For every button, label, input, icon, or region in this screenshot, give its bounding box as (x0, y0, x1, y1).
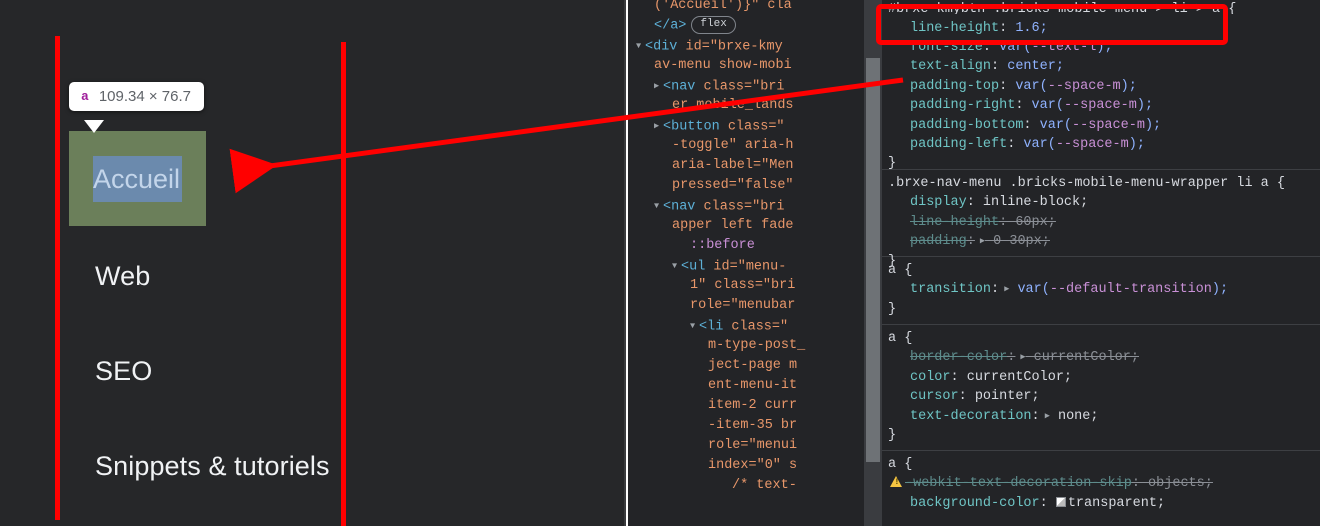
css-declaration[interactable]: padding-bottom: var(--space-m); (882, 116, 1320, 135)
css-selector[interactable]: a { (882, 261, 1320, 280)
color-swatch-icon[interactable] (1056, 497, 1066, 507)
menu-item-web[interactable]: Web (95, 261, 150, 292)
menu-item-accueil[interactable]: Accueil (93, 161, 182, 197)
dom-line[interactable]: ▼<nav class="bri (628, 196, 880, 216)
dom-line[interactable]: ject-page m (628, 356, 880, 376)
dom-line[interactable]: role="menubar (628, 296, 880, 316)
dom-line[interactable]: role="menui (628, 436, 880, 456)
dom-line[interactable]: -item-35 br (628, 416, 880, 436)
dom-line[interactable]: ent-menu-it (628, 376, 880, 396)
dom-scrollbar-track[interactable] (864, 0, 882, 526)
css-declaration[interactable]: padding-right: var(--space-m); (882, 96, 1320, 115)
dom-line[interactable]: av-menu show-mobi (628, 56, 880, 76)
css-rule[interactable]: a { border-color: ▶ currentColor; color:… (882, 325, 1320, 451)
css-selector[interactable]: a { (882, 329, 1320, 348)
dom-line[interactable]: 1" class="bri (628, 276, 880, 296)
css-declaration[interactable]: font-size: var(--text-l); (882, 38, 1320, 57)
mobile-menu-preview: Accueil Web SEO Snippets & tutoriels (0, 0, 626, 526)
css-rule[interactable]: a { -webkit-text-decoration-skip: object… (882, 451, 1320, 517)
css-declaration[interactable]: background-color: transparent; (882, 494, 1320, 513)
tooltip-tag-name: a (81, 89, 89, 104)
css-selector[interactable]: #brxe-kmybtn .bricks-mobile-menu > li > … (882, 0, 1320, 14)
css-declaration[interactable]: text-align: center; (882, 57, 1320, 76)
dom-line[interactable]: index="0" s (628, 456, 880, 476)
css-selector[interactable]: a { (882, 455, 1320, 474)
css-warning-icon (890, 476, 902, 487)
css-declaration[interactable]: line-height: 60px; (882, 213, 1320, 232)
menu-item-snippets-tutoriels[interactable]: Snippets & tutoriels (95, 451, 330, 482)
css-declaration[interactable]: padding-top: var(--space-m); (882, 77, 1320, 96)
dom-line[interactable]: aria-label="Men (628, 156, 880, 176)
dom-line[interactable]: ::before (628, 236, 880, 256)
dom-scrollbar-thumb[interactable] (866, 58, 880, 462)
dom-line[interactable]: item-2 curr (628, 396, 880, 416)
css-declaration[interactable]: color: currentColor; (882, 368, 1320, 387)
tooltip-pointer-icon (84, 120, 104, 133)
dom-line[interactable]: ('Accueil')}" cla (628, 0, 880, 16)
screenshot-root: Accueil Web SEO Snippets & tutoriels a 1… (0, 0, 1320, 526)
dom-line[interactable]: ▶<button class=" (628, 116, 880, 136)
dom-line[interactable]: ▶<nav class="bri (628, 76, 880, 96)
dom-line[interactable]: -toggle" aria-h (628, 136, 880, 156)
styles-panel[interactable]: #brxe-kmybtn .bricks-mobile-menu > li > … (882, 0, 1320, 526)
dom-tree-panel[interactable]: ('Accueil')}" cla </a>flex ▼<div id="brx… (628, 0, 880, 526)
tooltip-dimensions: 109.34 × 76.7 (99, 88, 191, 105)
dom-line[interactable]: er mobile_lands (628, 96, 880, 116)
dom-line[interactable]: apper left fade (628, 216, 880, 236)
preview-right-edge (624, 0, 626, 526)
css-declaration[interactable]: cursor: pointer; (882, 387, 1320, 406)
flex-badge[interactable]: flex (691, 16, 735, 34)
dom-line[interactable]: ▼<li class=" (628, 316, 880, 336)
css-rule-close: } (882, 300, 1320, 319)
css-declaration[interactable]: padding-left: var(--space-m); (882, 135, 1320, 154)
css-declaration[interactable]: transition: ▶ var(--default-transition); (882, 280, 1320, 299)
dom-line[interactable]: /* text- (628, 476, 880, 496)
css-declaration[interactable]: border-color: ▶ currentColor; (882, 348, 1320, 367)
dom-line[interactable]: pressed="false" (628, 176, 880, 196)
css-declaration[interactable]: padding: ▶ 0 30px; (882, 232, 1320, 251)
css-rule[interactable]: #brxe-kmybtn .bricks-mobile-menu > li > … (882, 0, 1320, 170)
css-rule[interactable]: .brxe-nav-menu .bricks-mobile-menu-wrapp… (882, 170, 1320, 257)
page-preview: Accueil Web SEO Snippets & tutoriels a 1… (0, 0, 626, 526)
dom-line[interactable]: ▼<ul id="menu- (628, 256, 880, 276)
dom-line[interactable]: m-type-post_ (628, 336, 880, 356)
css-rule[interactable]: a { transition: ▶ var(--default-transiti… (882, 257, 1320, 325)
dom-line[interactable]: </a>flex (628, 16, 880, 36)
css-declaration[interactable]: line-height: 1.6; (882, 19, 1320, 38)
menu-item-seo[interactable]: SEO (95, 356, 152, 387)
css-rule-close: } (882, 426, 1320, 445)
css-declaration[interactable]: -webkit-text-decoration-skip: objects; (882, 474, 1320, 493)
css-declaration[interactable]: display: inline-block; (882, 193, 1320, 212)
css-selector[interactable]: .brxe-nav-menu .bricks-mobile-menu-wrapp… (882, 174, 1320, 193)
element-size-tooltip: a 109.34 × 76.7 (69, 82, 204, 111)
css-declaration[interactable]: text-decoration: ▶ none; (882, 407, 1320, 426)
dom-line[interactable]: ▼<div id="brxe-kmy (628, 36, 880, 56)
